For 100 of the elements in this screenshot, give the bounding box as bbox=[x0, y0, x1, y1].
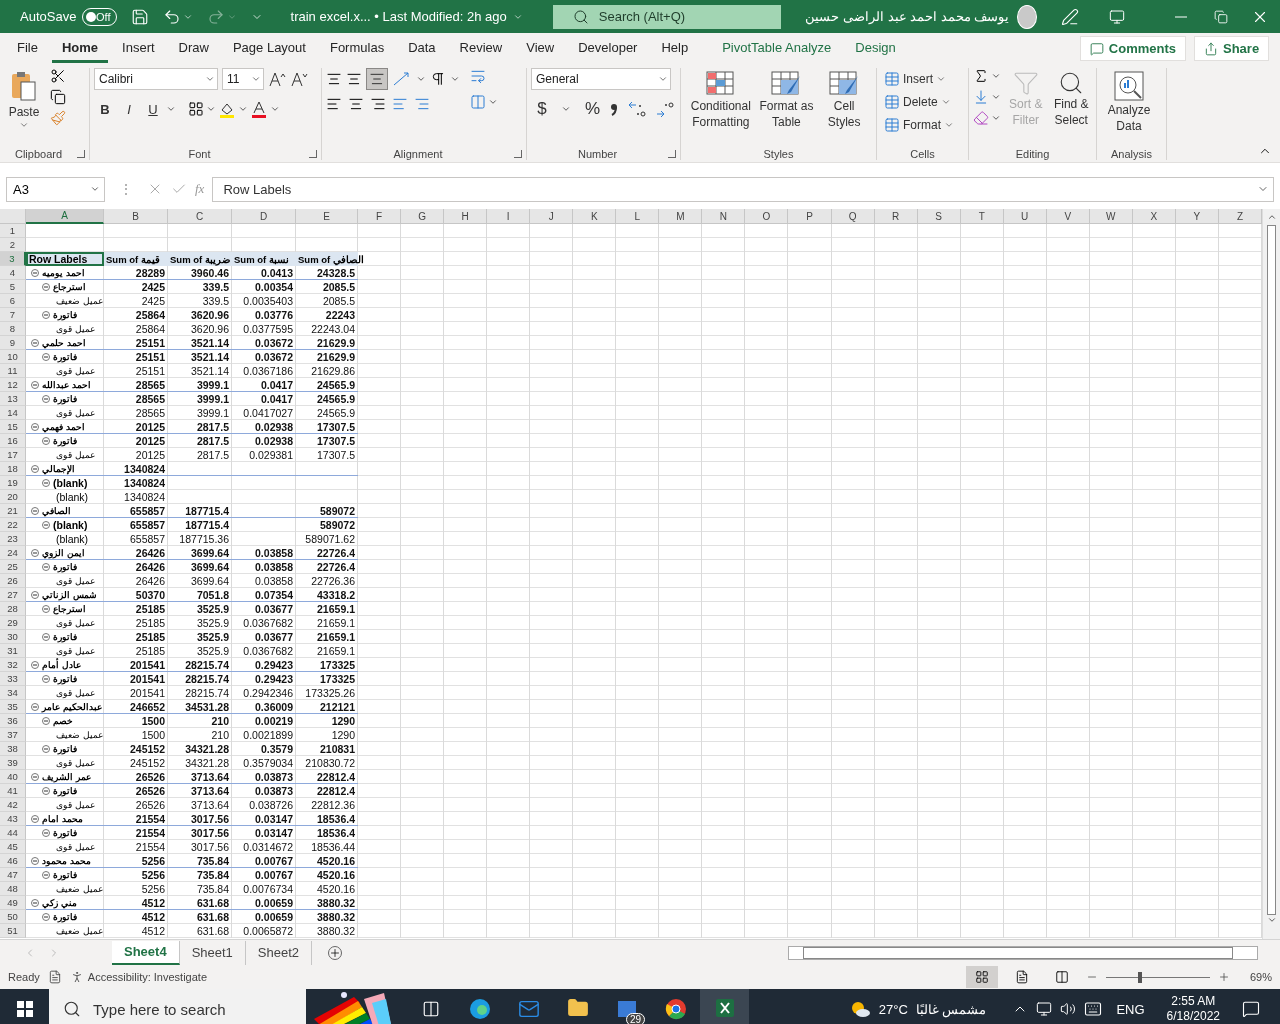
file-title[interactable]: train excel.x... • Last Modified: 2h ago bbox=[290, 9, 507, 24]
excel-button[interactable] bbox=[700, 989, 749, 1024]
decrease-decimal-icon[interactable] bbox=[655, 100, 675, 118]
column-header[interactable]: X bbox=[1132, 209, 1176, 224]
bold-button[interactable]: B bbox=[94, 98, 116, 120]
row-number[interactable]: 3 bbox=[0, 252, 26, 266]
collapse-icon[interactable] bbox=[31, 423, 39, 431]
column-header[interactable]: D bbox=[232, 209, 296, 224]
column-header[interactable]: A bbox=[26, 209, 104, 224]
comments-button[interactable]: Comments bbox=[1079, 36, 1186, 61]
row-number[interactable]: 38 bbox=[0, 742, 26, 756]
ribbon-tab[interactable]: Developer bbox=[568, 34, 648, 63]
row-number[interactable]: 32 bbox=[0, 658, 26, 672]
column-header[interactable]: Y bbox=[1175, 209, 1219, 224]
row-number[interactable]: 51 bbox=[0, 924, 26, 938]
row-number[interactable]: 33 bbox=[0, 672, 26, 686]
row-number[interactable]: 48 bbox=[0, 882, 26, 896]
ribbon-tab[interactable]: Insert bbox=[112, 34, 165, 63]
cells-button[interactable]: Format bbox=[881, 114, 957, 136]
collapse-icon[interactable] bbox=[31, 773, 39, 781]
row-number[interactable]: 24 bbox=[0, 546, 26, 560]
row-number[interactable]: 11 bbox=[0, 364, 26, 378]
row-number[interactable]: 39 bbox=[0, 756, 26, 770]
language-indicator[interactable]: ENG bbox=[1116, 1001, 1145, 1017]
collapse-icon[interactable] bbox=[31, 815, 39, 823]
clock-time[interactable]: 2:55 AM bbox=[1171, 994, 1216, 1009]
row-number[interactable]: 35 bbox=[0, 700, 26, 714]
collapse-icon[interactable] bbox=[42, 283, 50, 291]
styles-button[interactable]: Format as Table bbox=[758, 68, 815, 132]
collapse-icon[interactable] bbox=[31, 857, 39, 865]
column-header[interactable]: I bbox=[487, 209, 531, 224]
column-header[interactable]: R bbox=[874, 209, 918, 224]
collapse-icon[interactable] bbox=[31, 465, 39, 473]
italic-button[interactable]: I bbox=[118, 98, 140, 120]
collapse-icon[interactable] bbox=[42, 311, 50, 319]
column-header[interactable]: L bbox=[616, 209, 660, 224]
column-header[interactable]: J bbox=[530, 209, 574, 224]
dialog-launcher-icon[interactable] bbox=[514, 150, 522, 158]
collapse-icon[interactable] bbox=[31, 507, 39, 515]
comma-style-icon[interactable] bbox=[609, 101, 619, 117]
row-number[interactable]: 45 bbox=[0, 840, 26, 854]
font-name-field[interactable]: Calibri bbox=[94, 68, 218, 90]
collapse-icon[interactable] bbox=[42, 479, 50, 487]
collapse-icon[interactable] bbox=[42, 521, 50, 529]
styles-button[interactable]: Cell Styles bbox=[816, 68, 872, 132]
column-header[interactable]: O bbox=[745, 209, 789, 224]
accessibility-status[interactable]: Accessibility: Investigate bbox=[87, 971, 207, 983]
row-number[interactable]: 2 bbox=[0, 238, 26, 252]
collapse-icon[interactable] bbox=[31, 339, 39, 347]
column-header[interactable]: H bbox=[444, 209, 488, 224]
collapse-icon[interactable] bbox=[31, 899, 39, 907]
collapse-icon[interactable] bbox=[42, 717, 50, 725]
column-header[interactable]: U bbox=[1003, 209, 1047, 224]
collapse-icon[interactable] bbox=[42, 395, 50, 403]
collapse-icon[interactable] bbox=[31, 381, 39, 389]
row-number[interactable]: 46 bbox=[0, 854, 26, 868]
collapse-icon[interactable] bbox=[31, 269, 39, 277]
row-number[interactable]: 5 bbox=[0, 280, 26, 294]
ribbon-tab[interactable]: Draw bbox=[168, 34, 219, 63]
row-number[interactable]: 31 bbox=[0, 644, 26, 658]
row-number[interactable]: 28 bbox=[0, 602, 26, 616]
column-header[interactable]: G bbox=[401, 209, 445, 224]
underline-button[interactable]: U bbox=[142, 98, 164, 120]
orientation-icon[interactable] bbox=[392, 71, 412, 87]
column-header[interactable]: Q bbox=[831, 209, 875, 224]
collapse-icon[interactable] bbox=[31, 549, 39, 557]
font-size-field[interactable]: 11 bbox=[222, 68, 264, 90]
column-header[interactable]: P bbox=[788, 209, 832, 224]
editing-button[interactable]: Find & Select bbox=[1050, 68, 1092, 130]
row-number[interactable]: 26 bbox=[0, 574, 26, 588]
ribbon-tab[interactable]: File bbox=[7, 34, 48, 63]
percent-button[interactable]: % bbox=[579, 98, 601, 120]
collapse-icon[interactable] bbox=[42, 633, 50, 641]
row-number[interactable]: 19 bbox=[0, 476, 26, 490]
collapse-icon[interactable] bbox=[42, 605, 50, 613]
ribbon-tab[interactable]: Formulas bbox=[319, 34, 395, 63]
dialog-launcher-icon[interactable] bbox=[77, 150, 85, 158]
share-button[interactable]: Share bbox=[1194, 36, 1270, 61]
collapse-icon[interactable] bbox=[42, 675, 50, 683]
column-header[interactable]: C bbox=[168, 209, 232, 224]
collapse-icon[interactable] bbox=[42, 437, 50, 445]
row-labels-header[interactable]: Row Labels bbox=[26, 252, 104, 266]
cells-button[interactable]: Delete bbox=[881, 91, 954, 113]
row-number[interactable]: 36 bbox=[0, 714, 26, 728]
dialog-launcher-icon[interactable] bbox=[309, 150, 317, 158]
collapse-icon[interactable] bbox=[42, 871, 50, 879]
row-number[interactable]: 9 bbox=[0, 336, 26, 350]
collapse-icon[interactable] bbox=[42, 913, 50, 921]
scrollbar-thumb[interactable] bbox=[1267, 225, 1276, 915]
ribbon-tab[interactable]: Data bbox=[398, 34, 446, 63]
row-number[interactable]: 1 bbox=[0, 224, 26, 238]
number-format-field[interactable]: General bbox=[531, 68, 671, 90]
collapse-icon[interactable] bbox=[42, 353, 50, 361]
zoom-thumb[interactable] bbox=[1138, 971, 1143, 983]
ribbon-tab[interactable]: Page Layout bbox=[222, 34, 316, 63]
collapse-icon[interactable] bbox=[42, 787, 50, 795]
collapse-icon[interactable] bbox=[31, 703, 39, 711]
row-number[interactable]: 8 bbox=[0, 322, 26, 336]
row-number[interactable]: 12 bbox=[0, 378, 26, 392]
column-header[interactable]: F bbox=[358, 209, 402, 224]
